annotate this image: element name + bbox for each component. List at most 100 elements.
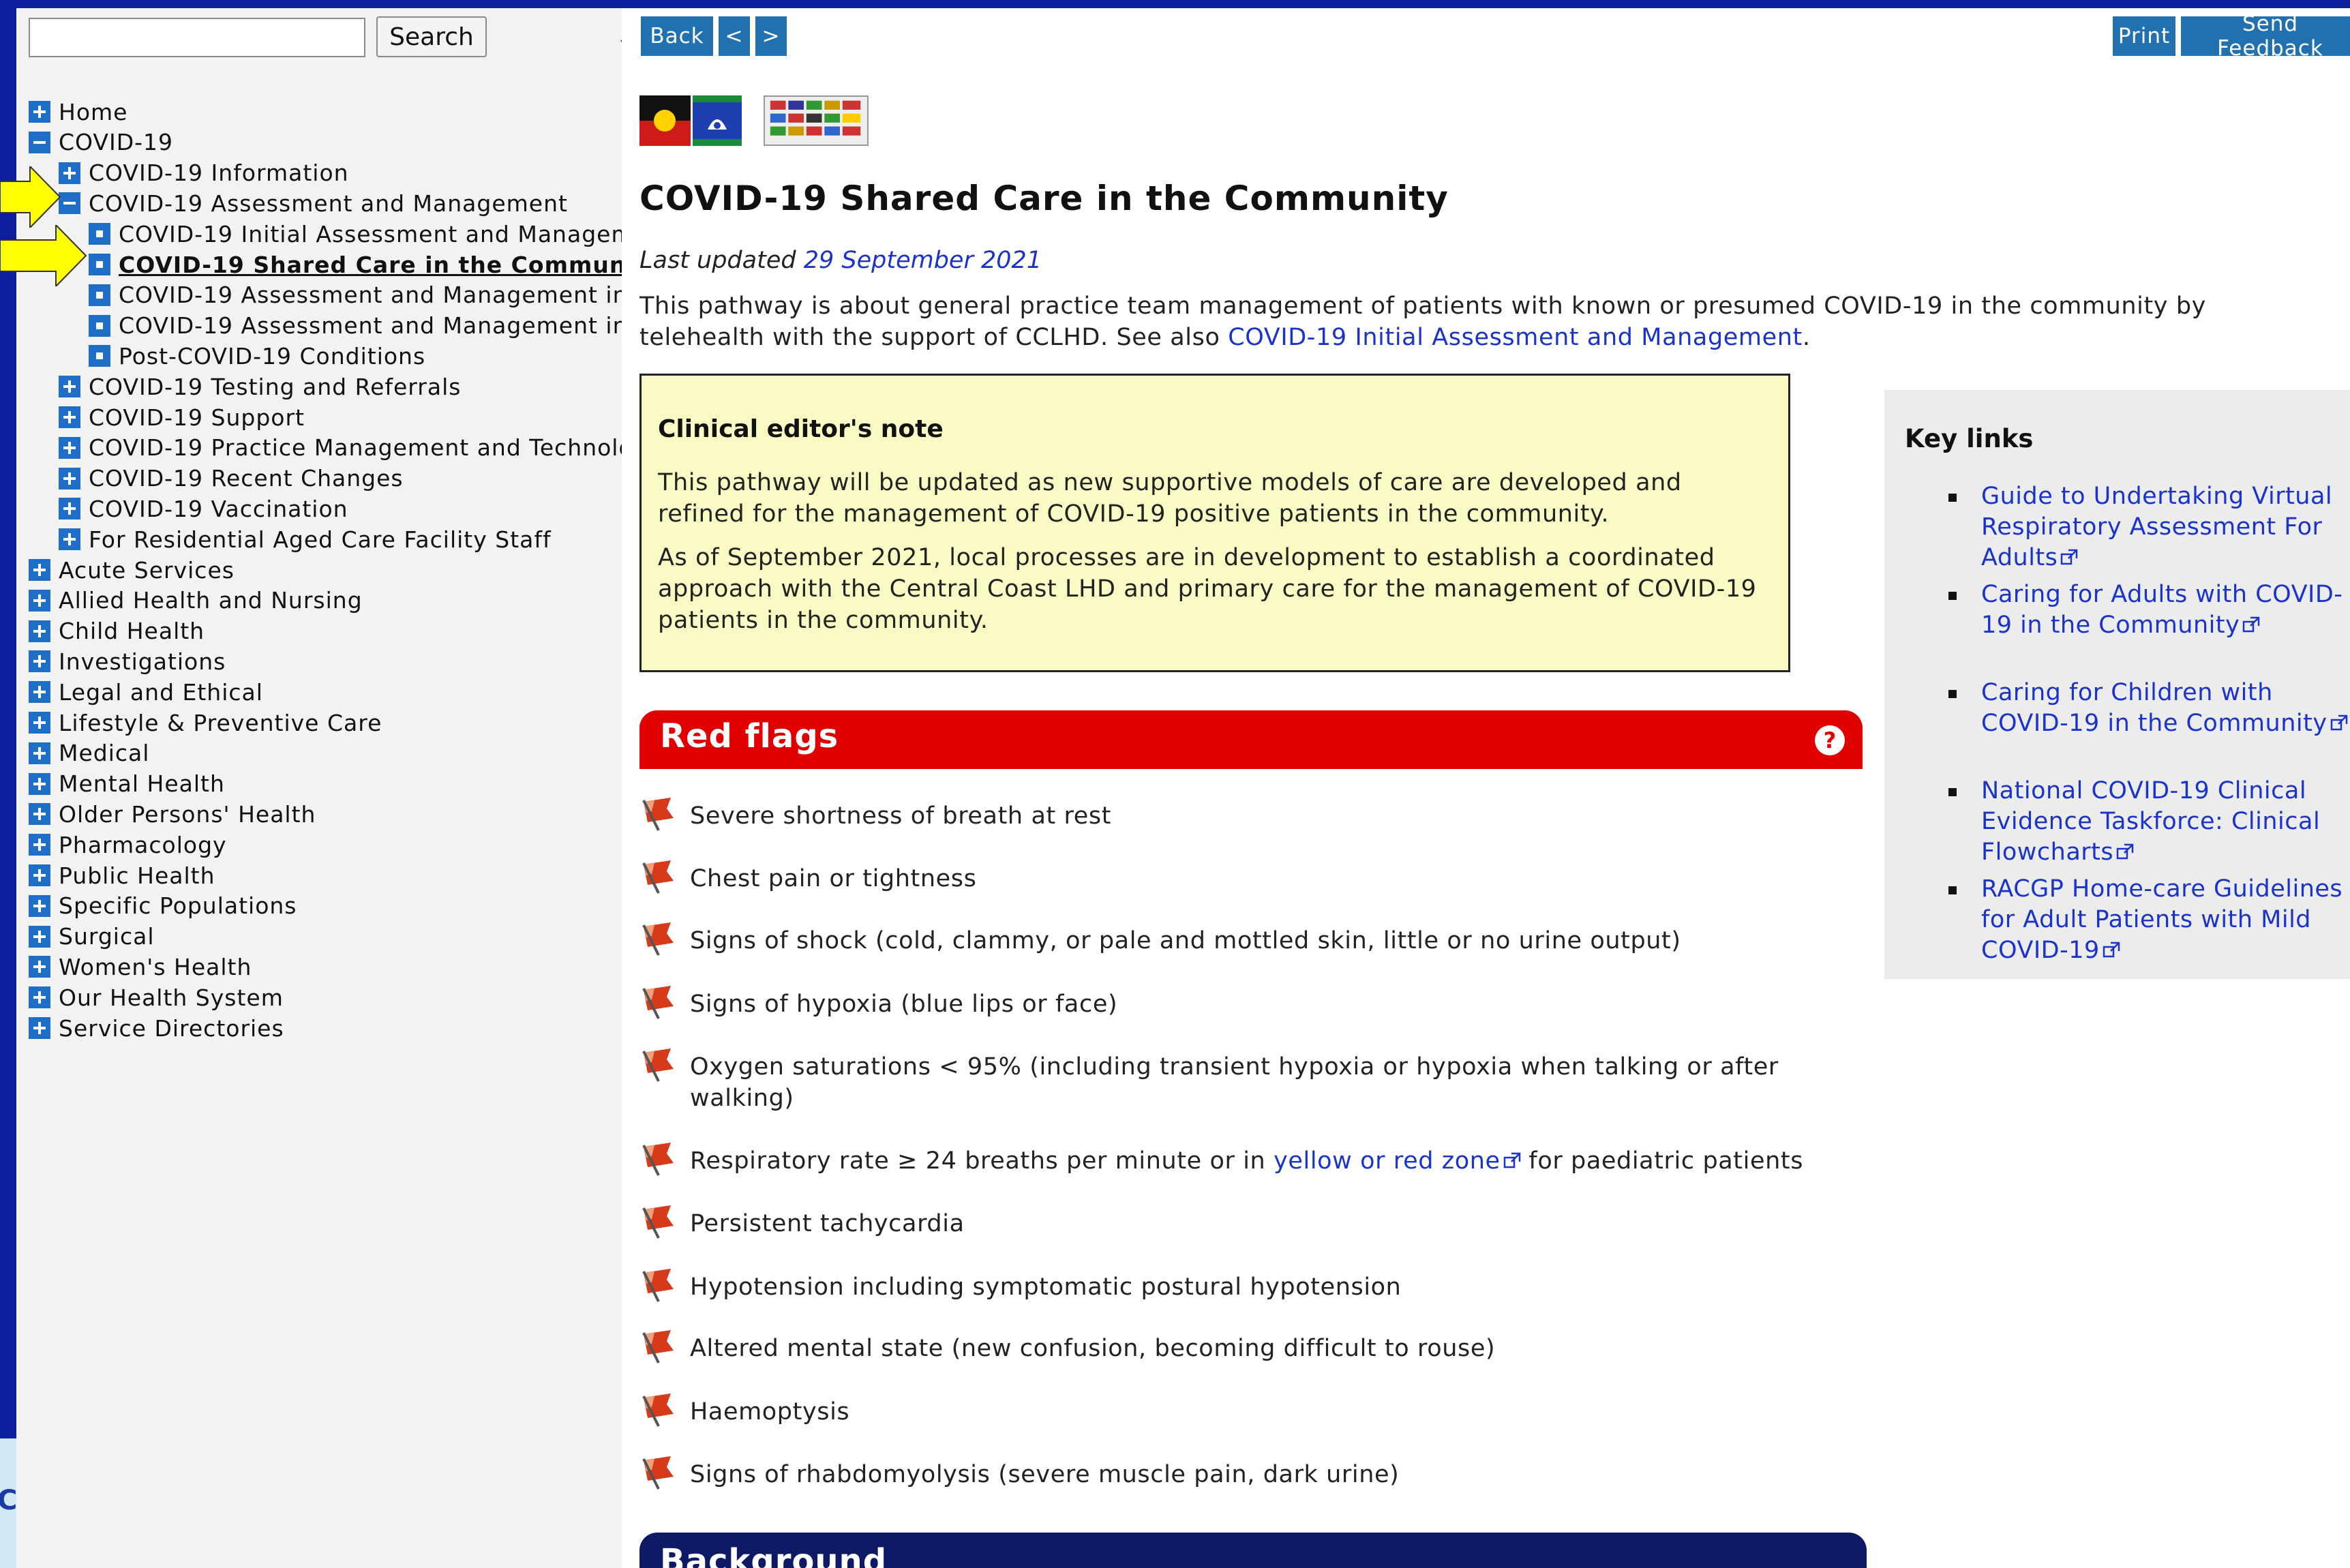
next-button[interactable]: > [755,16,787,56]
nav-item-label[interactable]: Allied Health and Nursing [59,587,363,614]
nav-item[interactable]: COVID-19 Testing and Referrals [59,372,461,402]
key-link-label[interactable]: Guide to Undertaking Virtual Respiratory… [1981,483,2332,571]
nav-item[interactable]: Post-COVID-19 Conditions [89,341,425,371]
nav-item[interactable]: COVID-19 [29,127,173,157]
nav-item[interactable]: For Residential Aged Care Facility Staff [59,524,552,554]
nav-item[interactable]: Child Health [29,616,205,646]
nav-item[interactable]: Specific Populations [29,891,297,921]
nav-item[interactable]: Surgical [29,922,155,952]
nav-item-label[interactable]: COVID-19 Shared Care in the Communi [119,252,622,278]
nav-item-label[interactable]: COVID-19 Assessment and Management [89,190,568,217]
key-link-item[interactable]: Guide to Undertaking Virtual Respiratory… [1948,481,2349,573]
external-link-icon[interactable] [2116,843,2134,861]
key-link-item[interactable]: RACGP Home-care Guidelines for Adult Pat… [1948,874,2349,966]
nav-item[interactable]: COVID-19 Assessment and Management in [89,311,622,341]
nav-item-label[interactable]: COVID-19 Practice Management and Technol… [89,434,622,461]
external-link-icon[interactable] [2103,941,2120,959]
background-header[interactable]: Background [639,1533,1867,1568]
key-link-label[interactable]: Caring for Adults with COVID-19 in the C… [1981,581,2343,639]
print-button[interactable]: Print [2113,16,2175,56]
key-link-item[interactable]: Caring for Adults with COVID-19 in the C… [1948,579,2349,641]
expand-icon[interactable] [59,436,80,459]
nav-item-label[interactable]: Older Persons' Health [59,801,316,828]
nav-item[interactable]: Our Health System [29,982,284,1012]
collapse-icon[interactable] [29,131,50,153]
nav-item-label[interactable]: Our Health System [59,984,284,1011]
search-button[interactable]: Search [376,16,487,57]
help-icon[interactable]: ? [1815,725,1845,755]
previous-button[interactable]: < [719,16,750,56]
key-link-item[interactable]: National COVID-19 Clinical Evidence Task… [1948,776,2349,868]
nav-item[interactable]: Service Directories [29,1013,284,1043]
expand-icon[interactable] [29,650,50,673]
last-updated-date-link[interactable]: 29 September 2021 [804,247,1042,274]
nav-item[interactable]: COVID-19 Practice Management and Technol… [59,433,622,463]
nav-item-label[interactable]: Lifestyle & Preventive Care [59,710,382,736]
nav-item-label[interactable]: Legal and Ethical [59,679,263,706]
expand-icon[interactable] [29,772,50,795]
nav-item[interactable]: COVID-19 Information [59,158,349,188]
nav-item[interactable]: Home [29,97,127,127]
nav-item-label[interactable]: Mental Health [59,770,225,797]
expand-icon[interactable] [29,742,50,764]
external-link-icon[interactable] [2330,714,2348,732]
nav-item[interactable]: Medical [29,738,149,768]
nav-item[interactable]: COVID-19 Assessment and Management in [89,280,622,310]
yellow-red-zone-link[interactable]: yellow or red zone [1274,1147,1501,1175]
nav-item-label[interactable]: COVID-19 Assessment and Management in [119,312,622,339]
nav-item-label[interactable]: Post-COVID-19 Conditions [119,343,425,370]
expand-icon[interactable] [29,101,50,123]
send-feedback-button[interactable]: Send Feedback [2181,12,2350,61]
key-link-label[interactable]: National COVID-19 Clinical Evidence Task… [1981,777,2320,866]
expand-icon[interactable] [29,894,50,917]
page-icon[interactable] [89,314,110,337]
key-link-label[interactable]: Caring for Children with COVID-19 in the… [1981,679,2328,737]
nav-item-label[interactable]: COVID-19 Vaccination [89,496,348,522]
expand-icon[interactable] [29,712,50,734]
expand-icon[interactable] [29,803,50,826]
nav-item-label[interactable]: COVID-19 Assessment and Management in [119,282,622,308]
nav-item[interactable]: Pharmacology [29,830,227,860]
nav-item[interactable]: COVID-19 Recent Changes [59,464,404,494]
key-link-item[interactable]: Caring for Children with COVID-19 in the… [1948,678,2349,739]
nav-item[interactable]: Older Persons' Health [29,799,316,829]
search-input[interactable] [29,18,365,57]
expand-icon[interactable] [59,406,80,428]
nav-item-label[interactable]: For Residential Aged Care Facility Staff [89,526,552,553]
key-link-label[interactable]: RACGP Home-care Guidelines for Adult Pat… [1981,875,2343,964]
aboriginal-torres-strait-flags-icon[interactable] [639,95,742,146]
expand-icon[interactable] [59,376,80,398]
expand-icon[interactable] [29,589,50,612]
nav-item-label[interactable]: Service Directories [59,1015,284,1042]
initial-assessment-link[interactable]: COVID-19 Initial Assessment and Manageme… [1228,324,1803,351]
nav-item[interactable]: Mental Health [29,769,225,799]
nav-item[interactable]: Lifestyle & Preventive Care [29,708,382,738]
expand-icon[interactable] [59,528,80,551]
expand-icon[interactable] [29,559,50,581]
expand-icon[interactable] [59,162,80,184]
nav-item-label[interactable]: COVID-19 Support [89,404,305,431]
external-link-icon[interactable] [1503,1152,1521,1170]
nav-item-label[interactable]: Public Health [59,862,215,889]
expand-icon[interactable] [59,467,80,489]
nav-item[interactable]: COVID-19 Vaccination [59,494,348,524]
nav-item-label[interactable]: COVID-19 Recent Changes [89,465,404,492]
expand-icon[interactable] [29,620,50,642]
nav-item[interactable]: Legal and Ethical [29,677,263,707]
nav-item[interactable]: Investigations [29,646,226,676]
expand-icon[interactable] [29,956,50,978]
nav-item[interactable]: COVID-19 Assessment and Management [59,188,568,218]
nav-item-label[interactable]: Specific Populations [59,892,297,919]
nav-item-label[interactable]: Pharmacology [59,832,227,858]
nav-item[interactable]: Public Health [29,860,215,890]
external-link-icon[interactable] [2060,549,2078,567]
expand-icon[interactable] [29,864,50,886]
expand-icon[interactable] [59,498,80,520]
nav-item-label[interactable]: Child Health [59,618,205,644]
expand-icon[interactable] [29,986,50,1009]
nav-item-label[interactable]: Home [59,99,127,125]
nav-item[interactable]: Allied Health and Nursing [29,586,363,616]
nav-item-label[interactable]: COVID-19 Testing and Referrals [89,374,461,400]
page-icon[interactable] [89,223,110,245]
nav-item[interactable]: COVID-19 Support [59,402,305,432]
